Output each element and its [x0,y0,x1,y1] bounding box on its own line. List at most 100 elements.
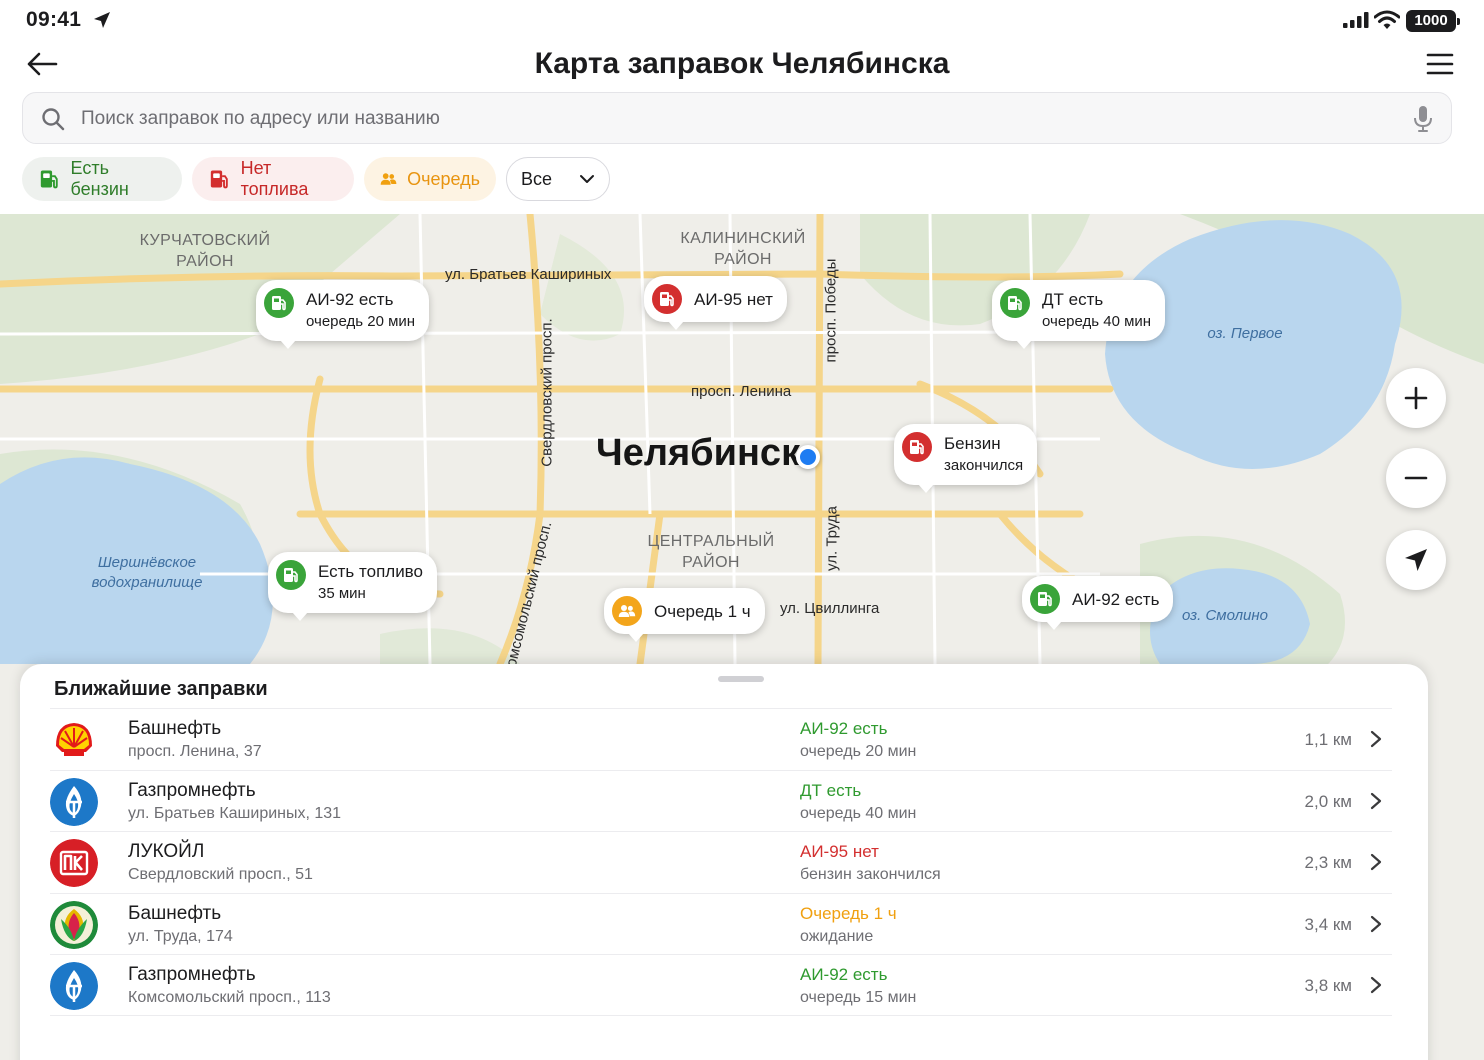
station-row[interactable]: Газпромнефть Комсомольский просп., 113 А… [50,954,1392,1016]
fuel-pump-icon [652,284,682,314]
station-distance: 3,4 км [1304,914,1352,934]
fuel-pump-icon [40,170,58,189]
station-name: Газпромнефть [128,779,256,801]
map-marker-station[interactable]: ДТ есть очередь 40 мин [992,280,1166,349]
station-address: ул. Труда, 174 [128,927,233,945]
station-row[interactable]: Башнефть просп. Ленина, 37 АИ-92 есть оч… [50,708,1392,770]
search-bar [22,92,1452,144]
station-row[interactable]: ЛУКОЙЛ Свердловский просп., 51 АИ-95 нет… [50,831,1392,893]
station-address: просп. Ленина, 37 [128,743,262,760]
city-name: Челябинск [596,432,801,474]
filter-queue-label: Очередь [407,168,480,189]
station-status: АИ-92 есть [800,965,888,984]
station-address: Свердловский просп., 51 [128,866,313,883]
station-note: очередь 15 мин [800,989,917,1006]
map-marker-station[interactable]: АИ-92 есть очередь 20 мин [256,280,430,349]
filter-select-value: Все [521,168,553,189]
station-distance: 2,3 км [1304,853,1352,872]
plus-icon [1404,386,1428,410]
menu-button[interactable] [1420,44,1460,84]
chevron-right-icon [1370,792,1382,809]
people-icon [612,596,642,626]
district-central: ЦЕНТРАЛЬНЫЙ РАЙОН [647,533,775,571]
station-address: ул. Братьев Кашириных, 131 [128,804,342,822]
street-truda: ул. Труда [823,506,841,571]
filter-fuel-available[interactable]: Есть бензин [22,157,182,201]
back-button[interactable] [22,44,62,84]
map-marker-station[interactable]: Очередь 1 ч [604,588,765,642]
status-time: 09:41 [26,8,82,31]
sheet-title: Ближайшие заправки [54,678,268,700]
map-marker-station[interactable]: Бензин закончился [894,424,1038,493]
station-status: ДТ есть [800,780,862,800]
station-status: АИ-92 есть [800,719,888,738]
my-location-button[interactable] [1386,530,1446,590]
station-name: Башнефть [128,718,222,739]
cellular-signal-icon [1343,12,1369,28]
gazpromneft-logo [50,777,98,826]
station-distance: 1,1 км [1304,730,1352,749]
fuel-pump-icon [1030,584,1060,614]
map-marker-station[interactable]: АИ-95 нет [644,276,787,330]
filter-no-fuel-label: Нет топлива [240,158,309,199]
station-name: Башнефть [128,902,222,924]
zoom-in-button[interactable] [1386,368,1446,428]
filter-no-fuel[interactable]: Нет топлива [192,157,354,201]
status-bar: 09:41 1000 [0,0,1484,40]
arrow-left-icon [27,52,58,76]
nearby-stations-sheet: Ближайшие заправки Башнефть просп. Ленин… [20,664,1428,1060]
people-icon [380,173,397,185]
shell-logo [50,716,98,764]
hamburger-menu-icon [1426,53,1454,75]
zoom-out-button[interactable] [1386,448,1446,508]
street-sverdlovsky: Свердловский просп. [538,318,556,467]
station-status: АИ-95 нет [800,842,879,861]
chevron-down-icon [580,175,594,183]
fuel-pump-icon [210,170,228,189]
map-marker-station[interactable]: АИ-92 есть [1022,576,1174,630]
chevron-right-icon [1370,853,1382,871]
minus-icon [1404,476,1428,480]
street-lenina: просп. Ленина [691,383,792,400]
battery-indicator: 1000 [1406,10,1460,32]
map-marker-station[interactable]: Есть топливо 35 мин [268,552,437,621]
station-note: ожидание [800,927,874,945]
street-kashirinykh: ул. Братьев Кашириных [445,266,612,283]
chevron-right-icon [1370,976,1382,994]
fuel-pump-icon [902,432,932,462]
fuel-pump-icon [264,288,294,318]
bashneft-logo [50,900,98,949]
sheet-grabber[interactable] [718,676,764,682]
chevron-right-icon [1370,915,1382,932]
station-row[interactable]: Газпромнефть ул. Братьев Кашириных, 131 … [50,769,1392,832]
navigation-arrow-icon [1405,549,1427,571]
district-kalininsky: КАЛИНИНСКИЙ РАЙОН [680,230,806,268]
search-icon [42,108,65,131]
station-distance: 2,0 км [1304,791,1352,811]
user-location-dot [796,445,820,469]
lukoil-logo [50,839,98,887]
gazpromneft-logo [50,962,98,1010]
search-input[interactable] [81,99,1381,139]
station-distance: 3,8 км [1304,976,1352,995]
filter-fuel-available-label: Есть бензин [70,158,129,199]
fuel-pump-icon [1000,288,1030,318]
station-list: Башнефть просп. Ленина, 37 АИ-92 есть оч… [50,708,1392,1016]
microphone-icon[interactable] [1411,105,1435,133]
filter-queue[interactable]: Очередь [364,157,496,201]
lake-shershnevskoe: Шершнёвское водохранилище [91,554,203,591]
station-name: ЛУКОЙЛ [128,841,205,862]
wifi-icon [1374,10,1400,29]
location-arrow-icon [94,12,110,28]
station-note: очередь 20 мин [800,743,917,760]
station-note: бензин закончился [800,866,941,883]
station-address: Комсомольский просп., 113 [128,989,331,1006]
filter-select[interactable]: Все [506,157,610,201]
lake-pervoe: оз. Первое [1207,325,1283,342]
lake-smolino: оз. Смолино [1181,607,1268,624]
station-name: Газпромнефть [128,964,256,985]
page-title: Карта заправок Челябинска [534,47,950,80]
district-kurchatovsky: КУРЧАТОВСКИЙ РАЙОН [139,232,271,270]
station-row[interactable]: Башнефть ул. Труда, 174 Очередь 1 ч ожид… [50,892,1392,955]
street-tsvillinga: ул. Цвиллинга [780,600,880,617]
